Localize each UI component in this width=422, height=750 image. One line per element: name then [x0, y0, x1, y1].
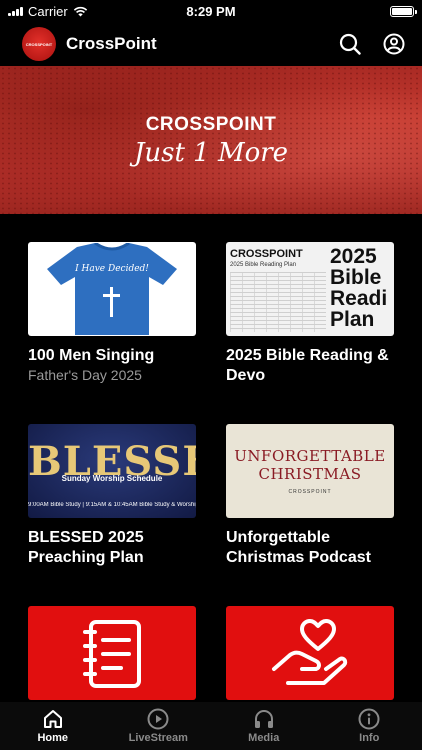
thumb-big-text: 2025 Bible Readi Plan — [330, 246, 388, 330]
status-left: Carrier — [8, 4, 88, 19]
app-title: CrossPoint — [66, 34, 157, 53]
status-bar: Carrier 8:29 PM — [0, 0, 422, 22]
hero-logo: CROSSPOINT — [145, 114, 277, 135]
search-icon — [339, 33, 361, 55]
card-thumbnail: CROSSPOINT 2025 Bible Reading Plan 2025 … — [226, 242, 394, 336]
tab-label: Home — [37, 732, 69, 744]
home-icon — [43, 710, 62, 728]
thumb-footer: CROSSPOINT — [288, 489, 332, 495]
reading-plan-table — [230, 272, 326, 332]
tab-bar: Home LiveStream Media Info — [0, 702, 422, 750]
carrier-label: Carrier — [28, 3, 68, 19]
tshirt-image — [47, 243, 177, 335]
tab-info[interactable]: Info — [317, 702, 422, 750]
card-thumbnail: BLESSED Sunday Worship Schedule 9:00AM B… — [28, 424, 196, 518]
card-title: 2025 Bible Reading & Devo — [226, 347, 389, 384]
card-unforgettable-christmas[interactable]: UNFORGETTABLE CHRISTMAS CROSSPOINT Unfor… — [226, 424, 394, 568]
card-thumbnail — [226, 606, 394, 700]
wifi-icon — [73, 6, 87, 16]
thumb-line-2: CHRISTMAS — [258, 465, 362, 483]
card-blessed[interactable]: BLESSED Sunday Worship Schedule 9:00AM B… — [28, 424, 196, 568]
user-icon — [383, 33, 405, 55]
header-actions — [338, 32, 406, 56]
battery-icon — [390, 5, 417, 17]
tab-home[interactable]: Home — [0, 702, 106, 750]
headphones-icon — [254, 710, 273, 728]
tab-media[interactable]: Media — [211, 702, 317, 750]
notebook-icon — [83, 620, 141, 688]
card-thumbnail: UNFORGETTABLE CHRISTMAS CROSSPOINT — [226, 424, 394, 518]
card-subtitle: Father's Day 2025 — [28, 367, 142, 383]
app-header: CROSSPOINT CrossPoint — [0, 24, 422, 64]
card-title: 100 Men Singing — [28, 347, 155, 364]
thumb-subheading: 2025 Bible Reading Plan — [230, 262, 297, 268]
card-thumbnail: I Have Decided! — [28, 242, 196, 336]
account-button[interactable] — [382, 32, 406, 56]
thumb-heading: CROSSPOINT — [230, 248, 303, 260]
card-notes[interactable] — [28, 606, 196, 700]
info-icon — [358, 708, 380, 730]
play-circle-icon — [147, 708, 169, 730]
tab-label: LiveStream — [128, 732, 188, 744]
heart-hand-icon — [272, 619, 348, 685]
card-title: Unforgettable Christmas Podcast — [226, 529, 371, 566]
card-bible-reading[interactable]: CROSSPOINT 2025 Bible Reading Plan 2025 … — [226, 242, 394, 386]
card-title: BLESSED 2025 Preaching Plan — [28, 529, 144, 566]
thumb-line-1: UNFORGETTABLE — [234, 447, 386, 465]
card-thumbnail — [28, 606, 196, 700]
hero-banner[interactable]: CROSSPOINT Just 1 More — [0, 66, 422, 214]
app-logo[interactable]: CROSSPOINT — [22, 27, 56, 61]
search-button[interactable] — [338, 32, 362, 56]
shirt-text: I Have Decided! — [75, 264, 149, 274]
thumb-subheading: Sunday Worship Schedule — [61, 474, 163, 483]
tab-label: Media — [248, 732, 280, 744]
hero-tagline: Just 1 More — [133, 138, 289, 168]
tab-livestream[interactable]: LiveStream — [106, 702, 212, 750]
signal-icon — [8, 6, 23, 16]
logo-text: CROSSPOINT — [25, 41, 53, 47]
thumb-schedule: 9:00AM Bible Study | 9:15AM & 10:45AM Bi… — [28, 502, 196, 508]
tab-label: Info — [359, 732, 380, 744]
card-giving[interactable] — [226, 606, 394, 700]
card-100-men-singing[interactable]: I Have Decided! 100 Men Singing Father's… — [28, 242, 196, 384]
